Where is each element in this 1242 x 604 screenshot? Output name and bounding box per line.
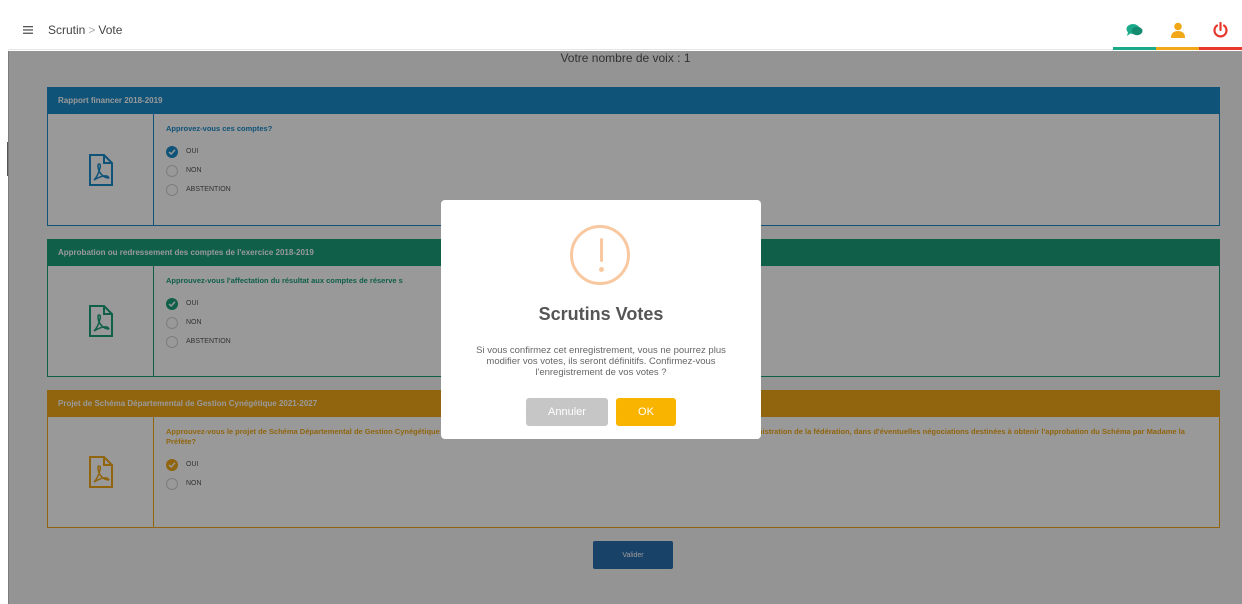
breadcrumb-root[interactable]: Scrutin	[48, 23, 85, 37]
warning-icon	[570, 225, 630, 285]
cancel-button[interactable]: Annuler	[526, 398, 608, 426]
modal-message: Si vous confirmez cet enregistrement, vo…	[476, 345, 726, 378]
top-bar: Scrutin > Vote	[8, 10, 1242, 50]
power-button[interactable]	[1199, 10, 1242, 50]
hamburger-icon	[23, 25, 33, 34]
breadcrumb-current: Vote	[98, 22, 123, 37]
modal-actions: Annuler OK	[441, 398, 761, 426]
user-button[interactable]	[1156, 10, 1199, 50]
chat-icon	[1126, 23, 1143, 36]
modal-title: Scrutins Votes	[538, 304, 664, 324]
menu-button[interactable]	[8, 25, 48, 34]
breadcrumb: Scrutin > Vote	[48, 23, 122, 37]
left-edge-marker	[0, 142, 8, 176]
top-actions	[1113, 10, 1242, 50]
confirm-modal: Scrutins Votes Si vous confirmez cet enr…	[441, 200, 761, 439]
power-icon	[1213, 21, 1228, 37]
chat-button[interactable]	[1113, 10, 1156, 50]
breadcrumb-separator: >	[88, 22, 96, 37]
ok-button[interactable]: OK	[616, 398, 676, 426]
user-icon	[1170, 22, 1185, 38]
